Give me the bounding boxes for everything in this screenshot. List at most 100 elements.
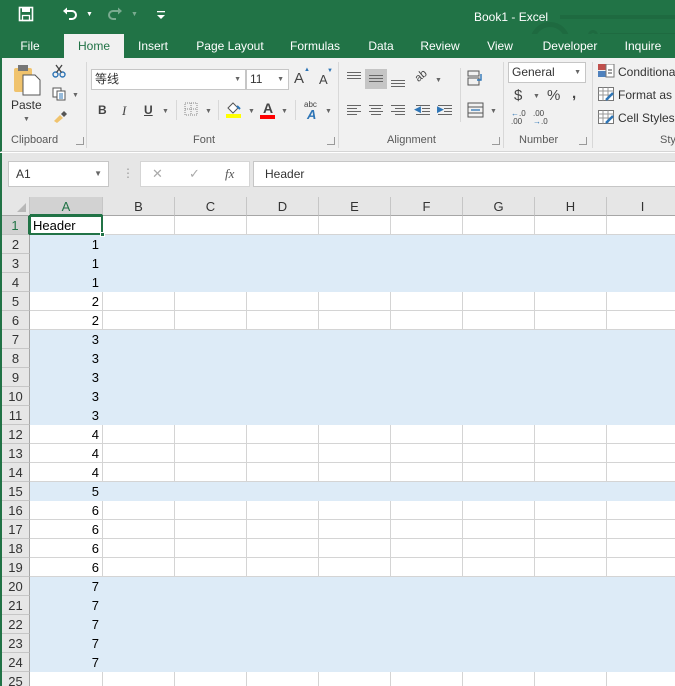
row-header[interactable]: 8 [2,349,30,368]
number-format-dropdown[interactable]: General ▼ [508,62,586,83]
cell-g10[interactable] [463,387,535,406]
cell-d3[interactable] [247,254,319,273]
cell-a8[interactable]: 3 [30,349,103,368]
cell-i2[interactable] [607,235,675,254]
cell-g21[interactable] [463,596,535,615]
cell-i6[interactable] [607,311,675,330]
cell-c14[interactable] [175,463,247,482]
row-header[interactable]: 10 [2,387,30,406]
cell-f9[interactable] [391,368,463,387]
row-header[interactable]: 12 [2,425,30,444]
save-icon[interactable] [18,6,34,28]
decrease-decimal-icon[interactable]: .00 →.0 [533,110,549,126]
cell-e7[interactable] [319,330,391,349]
orientation-icon[interactable]: ab [413,67,430,84]
cell-f8[interactable] [391,349,463,368]
cell-i19[interactable] [607,558,675,577]
cell-i8[interactable] [607,349,675,368]
cell-h1[interactable] [535,216,607,235]
middle-align-button[interactable] [365,69,387,89]
column-header-b[interactable]: B [103,197,175,216]
cell-c3[interactable] [175,254,247,273]
tab-insert[interactable]: Insert [130,34,176,58]
cell-b7[interactable] [103,330,175,349]
cell-c6[interactable] [175,311,247,330]
row-header[interactable]: 19 [2,558,30,577]
font-launcher-icon[interactable] [327,137,335,145]
cell-c17[interactable] [175,520,247,539]
grow-font-button[interactable]: A ▲ [294,67,310,87]
cell-a16[interactable]: 6 [30,501,103,520]
font-color-dropdown-icon[interactable]: ▼ [281,108,288,115]
cell-i15[interactable] [607,482,675,501]
alignment-launcher-icon[interactable] [492,137,500,145]
cell-f7[interactable] [391,330,463,349]
row-header[interactable]: 14 [2,463,30,482]
cell-f12[interactable] [391,425,463,444]
cell-i1[interactable] [607,216,675,235]
number-launcher-icon[interactable] [579,137,587,145]
cell-e11[interactable] [319,406,391,425]
cell-e1[interactable] [319,216,391,235]
row-header[interactable]: 3 [2,254,30,273]
merge-center-icon[interactable] [467,102,485,121]
format-as-table-button[interactable]: Format as T [598,86,675,104]
cell-h15[interactable] [535,482,607,501]
cell-f3[interactable] [391,254,463,273]
cell-d2[interactable] [247,235,319,254]
undo-icon[interactable] [62,6,78,28]
tab-page-layout[interactable]: Page Layout [190,34,270,58]
borders-icon[interactable] [184,102,198,119]
cell-e18[interactable] [319,539,391,558]
cell-e13[interactable] [319,444,391,463]
tab-home[interactable]: Home [64,34,124,58]
cell-i14[interactable] [607,463,675,482]
cell-c7[interactable] [175,330,247,349]
comma-button[interactable]: , [572,85,576,102]
cell-h6[interactable] [535,311,607,330]
undo-dropdown-icon[interactable]: ▼ [86,11,93,18]
column-header-h[interactable]: H [535,197,607,216]
cell-e2[interactable] [319,235,391,254]
cell-a7[interactable]: 3 [30,330,103,349]
cell-i21[interactable] [607,596,675,615]
fill-handle[interactable] [100,232,105,237]
cell-e9[interactable] [319,368,391,387]
cell-e10[interactable] [319,387,391,406]
row-header[interactable]: 15 [2,482,30,501]
cell-c9[interactable] [175,368,247,387]
cell-b20[interactable] [103,577,175,596]
cell-g8[interactable] [463,349,535,368]
cell-a10[interactable]: 3 [30,387,103,406]
cell-e17[interactable] [319,520,391,539]
tab-data[interactable]: Data [362,34,400,58]
cell-b11[interactable] [103,406,175,425]
cell-f19[interactable] [391,558,463,577]
cell-d9[interactable] [247,368,319,387]
cell-d13[interactable] [247,444,319,463]
cell-d25[interactable] [247,672,319,686]
cell-c5[interactable] [175,292,247,311]
cell-d12[interactable] [247,425,319,444]
cell-d23[interactable] [247,634,319,653]
cell-e19[interactable] [319,558,391,577]
row-header[interactable]: 13 [2,444,30,463]
cell-b12[interactable] [103,425,175,444]
cell-d24[interactable] [247,653,319,672]
cell-g25[interactable] [463,672,535,686]
cell-g6[interactable] [463,311,535,330]
align-right-button[interactable] [389,103,407,119]
cell-i7[interactable] [607,330,675,349]
cell-g12[interactable] [463,425,535,444]
conditional-formatting-button[interactable]: Conditiona [598,63,675,81]
cell-c23[interactable] [175,634,247,653]
cell-c13[interactable] [175,444,247,463]
cell-e25[interactable] [319,672,391,686]
cell-i23[interactable] [607,634,675,653]
copy-dropdown-icon[interactable]: ▼ [72,92,79,99]
cell-b2[interactable] [103,235,175,254]
increase-indent-button[interactable]: ▶ [436,103,454,119]
cell-e15[interactable] [319,482,391,501]
cell-a5[interactable]: 2 [30,292,103,311]
cell-f14[interactable] [391,463,463,482]
